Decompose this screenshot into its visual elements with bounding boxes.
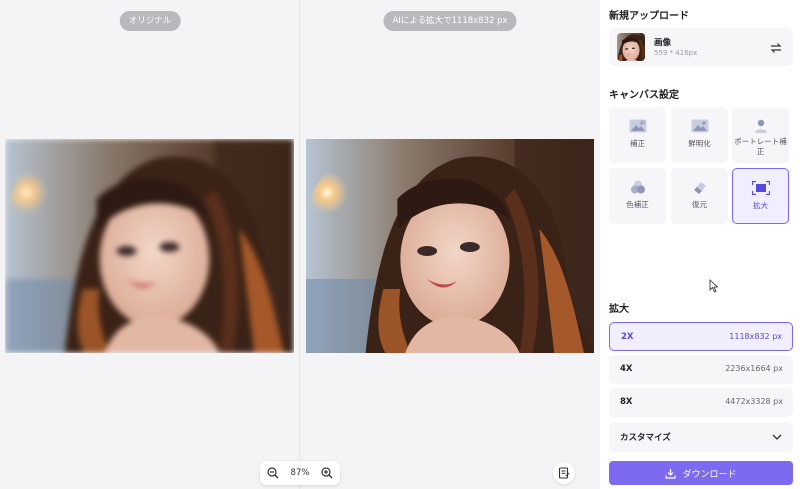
enlarge-title: 拡大	[609, 304, 629, 315]
original-image	[5, 139, 294, 353]
zoom-value: 87%	[290, 468, 310, 478]
image-icon	[691, 119, 708, 133]
new-upload-title: 新規アップロード	[609, 11, 689, 22]
custom-scale-dropdown[interactable]: カスタマイズ	[609, 422, 793, 452]
chevron-down-icon	[772, 434, 782, 440]
zoom-bar: 87%	[260, 461, 340, 485]
tool-label: 色補正	[626, 200, 649, 209]
tool-portrait[interactable]: ポートレート補正	[732, 107, 789, 163]
svg-text:AI: AI	[640, 121, 645, 127]
upscale-icon	[751, 181, 770, 195]
file-size: 559 * 416px	[654, 49, 698, 57]
download-button[interactable]: ダウンロード	[609, 461, 793, 485]
scale-option-4x[interactable]: 4X 2236x1664 px	[609, 355, 793, 384]
zoom-in-icon	[321, 467, 333, 479]
download-label: ダウンロード	[682, 469, 737, 480]
scale-label: 8X	[620, 397, 633, 407]
tool-color-correction[interactable]: 色補正	[609, 168, 666, 224]
scale-label: 2X	[621, 332, 634, 342]
enlarged-label: AIによる拡大で1118x832 px	[383, 11, 517, 31]
file-name: 画像	[654, 38, 672, 48]
tool-sharpen[interactable]: 鮮明化	[671, 107, 728, 163]
tool-enhance[interactable]: AI 補正	[609, 107, 666, 163]
scale-option-8x[interactable]: 8X 4472x3328 px	[609, 388, 793, 417]
original-pane: オリジナル	[0, 0, 300, 489]
original-label: オリジナル	[119, 11, 181, 31]
tool-restore[interactable]: 復元	[671, 168, 728, 224]
replace-image-button[interactable]	[769, 40, 783, 54]
color-circles-icon	[630, 180, 645, 194]
custom-label: カスタマイズ	[620, 433, 671, 443]
download-icon	[665, 468, 677, 479]
scale-option-2x[interactable]: 2X 1118x832 px	[609, 322, 793, 351]
swap-icon	[770, 43, 782, 53]
file-thumbnail	[617, 33, 645, 61]
zoom-out-button[interactable]	[266, 466, 280, 480]
canvas-settings-title: キャンバス設定	[609, 90, 679, 101]
scale-dimensions: 1118x832 px	[729, 332, 782, 341]
enlarged-image	[306, 139, 594, 353]
image-ai-icon: AI	[629, 119, 646, 133]
tool-label: 復元	[692, 200, 707, 209]
side-panel: 新規アップロード 画像 559 * 416px キャンバス設定 AI 補正 鮮明…	[600, 0, 800, 489]
mouse-cursor-icon	[709, 279, 719, 293]
notes-icon	[558, 467, 570, 479]
tool-label: 拡大	[753, 201, 768, 210]
scale-label: 4X	[620, 364, 633, 374]
notes-button[interactable]	[553, 462, 575, 484]
portrait-icon	[754, 119, 767, 133]
zoom-out-icon	[267, 467, 279, 479]
eraser-icon	[693, 182, 706, 194]
tool-label: 補正	[630, 139, 645, 148]
zoom-in-button[interactable]	[320, 466, 334, 480]
tool-label: 鮮明化	[688, 139, 711, 148]
tool-upscale[interactable]: 拡大	[732, 168, 789, 224]
canvas-area: オリジナル AIによる拡大で1118x832 px 87%	[0, 0, 600, 489]
uploaded-file-card: 画像 559 * 416px	[609, 28, 793, 66]
tool-label: ポートレート補正	[734, 137, 787, 156]
enlarged-pane: AIによる拡大で1118x832 px	[300, 0, 600, 489]
scale-dimensions: 2236x1664 px	[725, 364, 783, 373]
scale-dimensions: 4472x3328 px	[725, 397, 783, 406]
